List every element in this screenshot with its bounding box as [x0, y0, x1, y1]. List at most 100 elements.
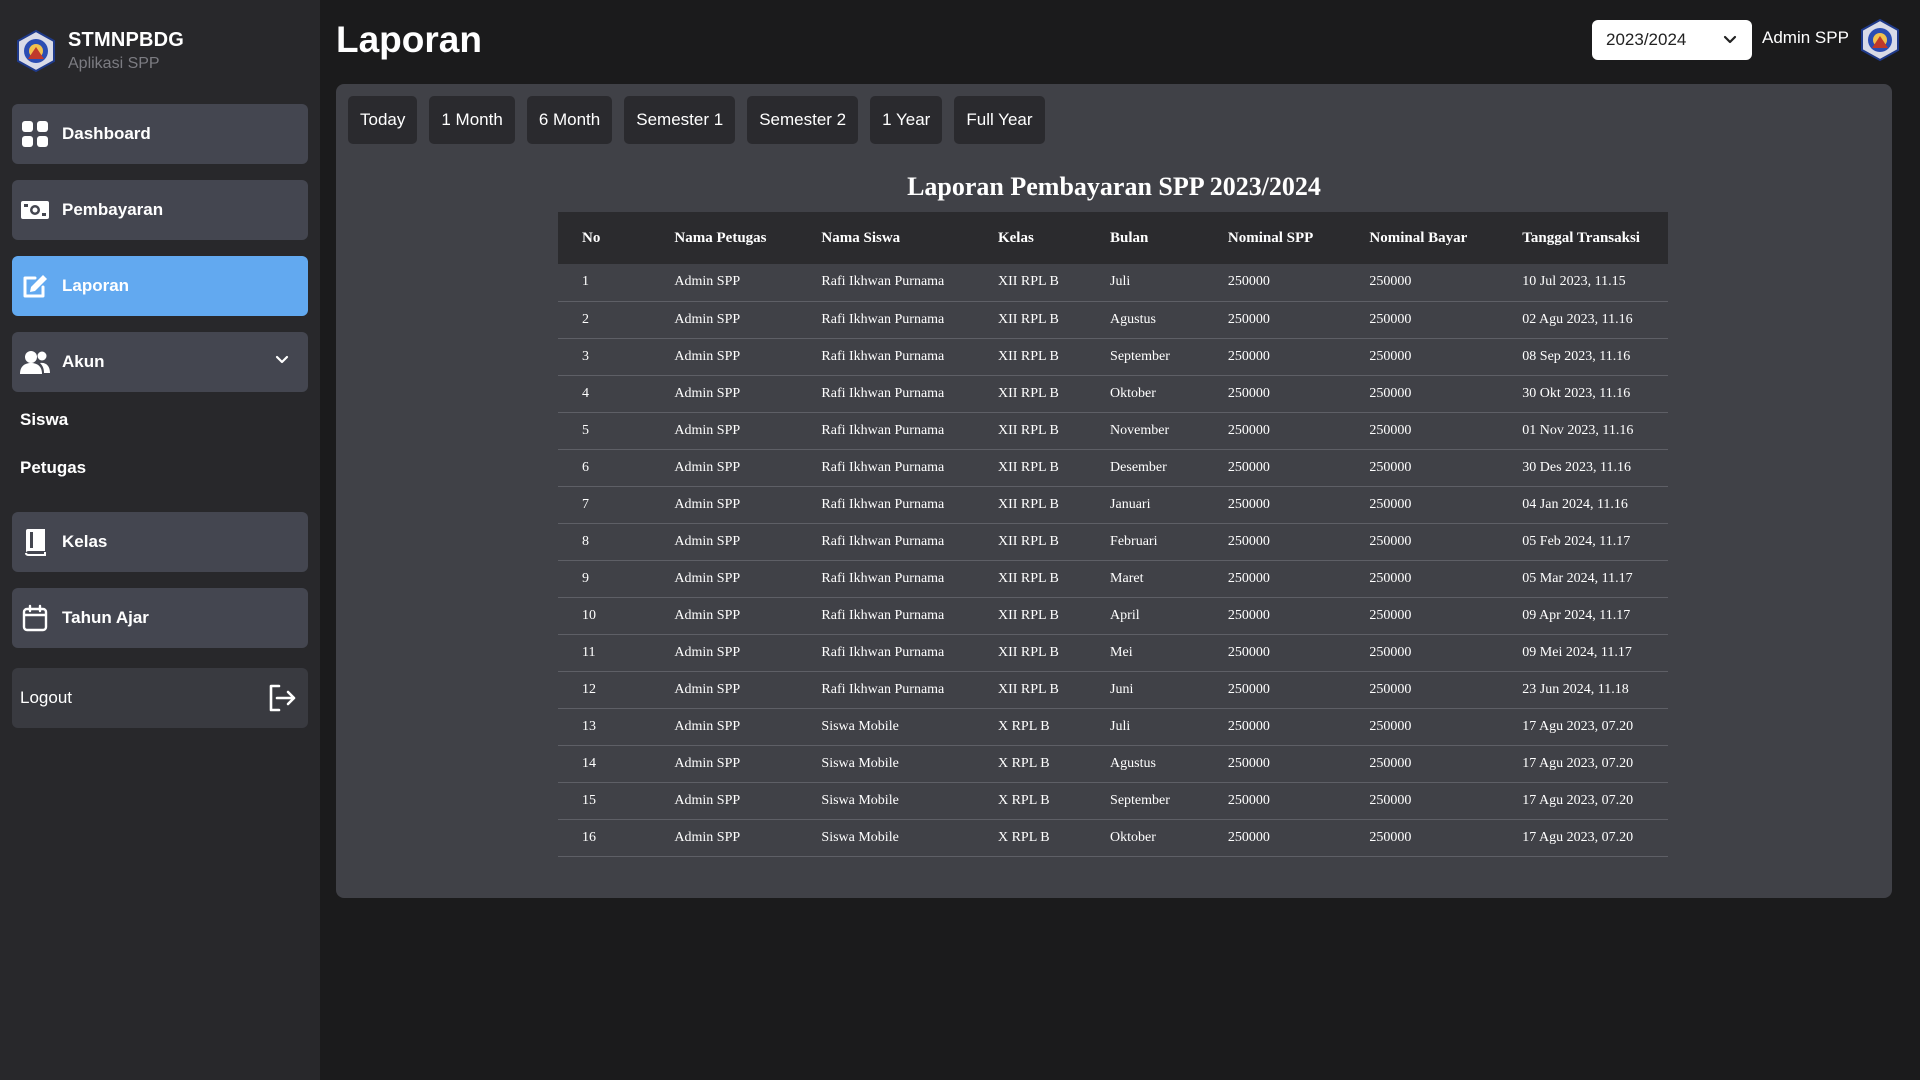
table-cell: 8 — [558, 523, 665, 561]
sidebar-item-akun[interactable]: Akun — [12, 332, 308, 392]
table-cell: XII RPL B — [987, 597, 1101, 635]
table-cell: 250000 — [1359, 486, 1513, 524]
table-cell: 250000 — [1217, 708, 1360, 746]
year-select[interactable]: 2023/2024 — [1592, 20, 1752, 60]
table-cell: Admin SPP — [664, 708, 812, 746]
table-row: 1 Admin SPP Rafi Ikhwan Purnama XII RPL B Ju… — [558, 264, 1668, 302]
sidebar-item-kelas[interactable]: Kelas — [12, 512, 308, 572]
table-cell: 11 — [558, 634, 665, 672]
filter-6-month-button[interactable]: 6 Month — [526, 96, 613, 144]
table-cell: XII RPL B — [987, 449, 1101, 487]
table-cell: Rafi Ikhwan Purnama — [811, 412, 988, 450]
table-cell: 13 — [558, 708, 665, 746]
table-cell: X RPL B — [987, 782, 1101, 820]
table-cell: XII RPL B — [987, 412, 1101, 450]
table-cell: Rafi Ikhwan Purnama — [811, 597, 988, 635]
table-row: 15 Admin SPP Siswa Mobile X RPL B September 2… — [558, 782, 1668, 820]
table-cell: 09 Apr 2024, 11.17 — [1512, 597, 1668, 635]
sidebar-item-tahun-ajar[interactable]: Tahun Ajar — [12, 588, 308, 648]
sidebar-item-label: Laporan — [62, 276, 130, 295]
table-cell: Desember — [1100, 449, 1218, 487]
table-cell: Siswa Mobile — [811, 745, 988, 783]
table-cell: Admin SPP — [664, 412, 812, 450]
table-cell: 250000 — [1359, 338, 1513, 376]
table-cell: Admin SPP — [664, 597, 812, 635]
table-cell: Siswa Mobile — [811, 708, 988, 746]
logout-label: Logout — [20, 688, 72, 707]
sidebar-item-dashboard[interactable]: Dashboard — [12, 104, 308, 164]
page-title: Laporan — [336, 19, 482, 60]
table-cell: Januari — [1100, 486, 1218, 524]
table-row: 11 Admin SPP Rafi Ikhwan Purnama XII RPL BM… — [558, 634, 1668, 672]
sidebar-subitem-siswa[interactable]: Siswa — [20, 410, 68, 430]
table-cell: 17 Agu 2023, 07.20 — [1512, 782, 1668, 820]
column-header: Nominal SPP — [1227, 229, 1314, 246]
table-cell: Admin SPP — [664, 301, 812, 339]
table-cell: Rafi Ikhwan Purnama — [811, 375, 988, 413]
column-header: Nama Siswa — [821, 229, 901, 246]
column-header: Kelas — [997, 229, 1034, 246]
book-icon — [20, 527, 50, 557]
table-row: 8 Admin SPP Rafi Ikhwan Purnama XII RPL B Fe… — [558, 523, 1668, 561]
filter-semester-2-button[interactable]: Semester 2 — [747, 96, 859, 144]
table-cell: 10 Jul 2023, 11.15 — [1512, 264, 1668, 302]
table-cell: 1 — [558, 264, 665, 302]
table-cell: 250000 — [1359, 412, 1513, 450]
table-cell: Admin SPP — [664, 264, 812, 302]
table-cell: 2 — [558, 301, 665, 339]
table-row: 14 Admin SPP Siswa Mobile X RPL B Agustus 250… — [558, 745, 1668, 783]
logout-button[interactable]: Logout — [12, 668, 308, 728]
table-cell: 17 Agu 2023, 07.20 — [1512, 819, 1668, 857]
table-header-row: No Nama Petugas Nama Siswa Kelas Bulan Nomina… — [558, 212, 1668, 264]
table-cell: Rafi Ikhwan Purnama — [811, 338, 988, 376]
table-cell: XII RPL B — [987, 338, 1101, 376]
sidebar-subitem-petugas[interactable]: Petugas — [20, 458, 86, 478]
user-name: Admin SPP — [1762, 28, 1849, 47]
table-cell: Juli — [1100, 708, 1218, 746]
table-cell: XII RPL B — [987, 523, 1101, 561]
table-cell: Admin SPP — [664, 560, 812, 598]
sidebar-item-pembayaran[interactable]: Pembayaran — [12, 180, 308, 240]
table-cell: Agustus — [1100, 301, 1218, 339]
filter-today-button[interactable]: Today — [348, 96, 418, 144]
sidebar-item-laporan[interactable]: Laporan — [12, 256, 308, 316]
table-cell: Admin SPP — [664, 449, 812, 487]
table-cell: November — [1100, 412, 1218, 450]
table-cell: September — [1100, 338, 1218, 376]
table-cell: 250000 — [1359, 671, 1513, 709]
table-cell: September — [1100, 782, 1218, 820]
table-cell: 250000 — [1359, 708, 1513, 746]
users-icon — [20, 347, 50, 377]
column-header: Nama Petugas — [674, 229, 767, 246]
table-cell: 3 — [558, 338, 665, 376]
table-cell: Juni — [1100, 671, 1218, 709]
table-cell: Admin SPP — [664, 671, 812, 709]
table-cell: Februari — [1100, 523, 1218, 561]
table-cell: 05 Mar 2024, 11.17 — [1512, 560, 1668, 598]
table-cell: 250000 — [1217, 634, 1360, 672]
filter-full-year-button[interactable]: Full Year — [954, 96, 1045, 144]
table-cell: Admin SPP — [664, 782, 812, 820]
filter-1-year-button[interactable]: 1 Year — [870, 96, 943, 144]
table-cell: 250000 — [1359, 597, 1513, 635]
table-cell: 250000 — [1359, 449, 1513, 487]
table-row: 3 Admin SPP Rafi Ikhwan Purnama XII RPL B Se… — [558, 338, 1668, 376]
table-cell: Admin SPP — [664, 523, 812, 561]
table-cell: 17 Agu 2023, 07.20 — [1512, 745, 1668, 783]
report-title: Laporan Pembayaran SPP 2023/2024 — [907, 172, 1321, 201]
filter-1-month-button[interactable]: 1 Month — [429, 96, 515, 144]
filter-semester-1-button[interactable]: Semester 1 — [624, 96, 736, 144]
table-cell: 14 — [558, 745, 665, 783]
table-row: 16 Admin SPP Siswa Mobile X RPL B Oktober 250… — [558, 819, 1668, 857]
table-cell: XII RPL B — [987, 671, 1101, 709]
table-cell: 250000 — [1217, 819, 1360, 857]
table-cell: 5 — [558, 412, 665, 450]
sidebar: STMNPBDG Aplikasi SPP Dashboard Pembayar… — [0, 0, 320, 1080]
table-cell: April — [1100, 597, 1218, 635]
table-row: 4 Admin SPP Rafi Ikhwan Purnama XII RPL B Ok… — [558, 375, 1668, 413]
avatar[interactable] — [1858, 18, 1902, 62]
sidebar-item-label: Kelas — [62, 532, 108, 551]
table-cell: Rafi Ikhwan Purnama — [811, 634, 988, 672]
table-cell: Admin SPP — [664, 375, 812, 413]
table-cell: Rafi Ikhwan Purnama — [811, 486, 988, 524]
